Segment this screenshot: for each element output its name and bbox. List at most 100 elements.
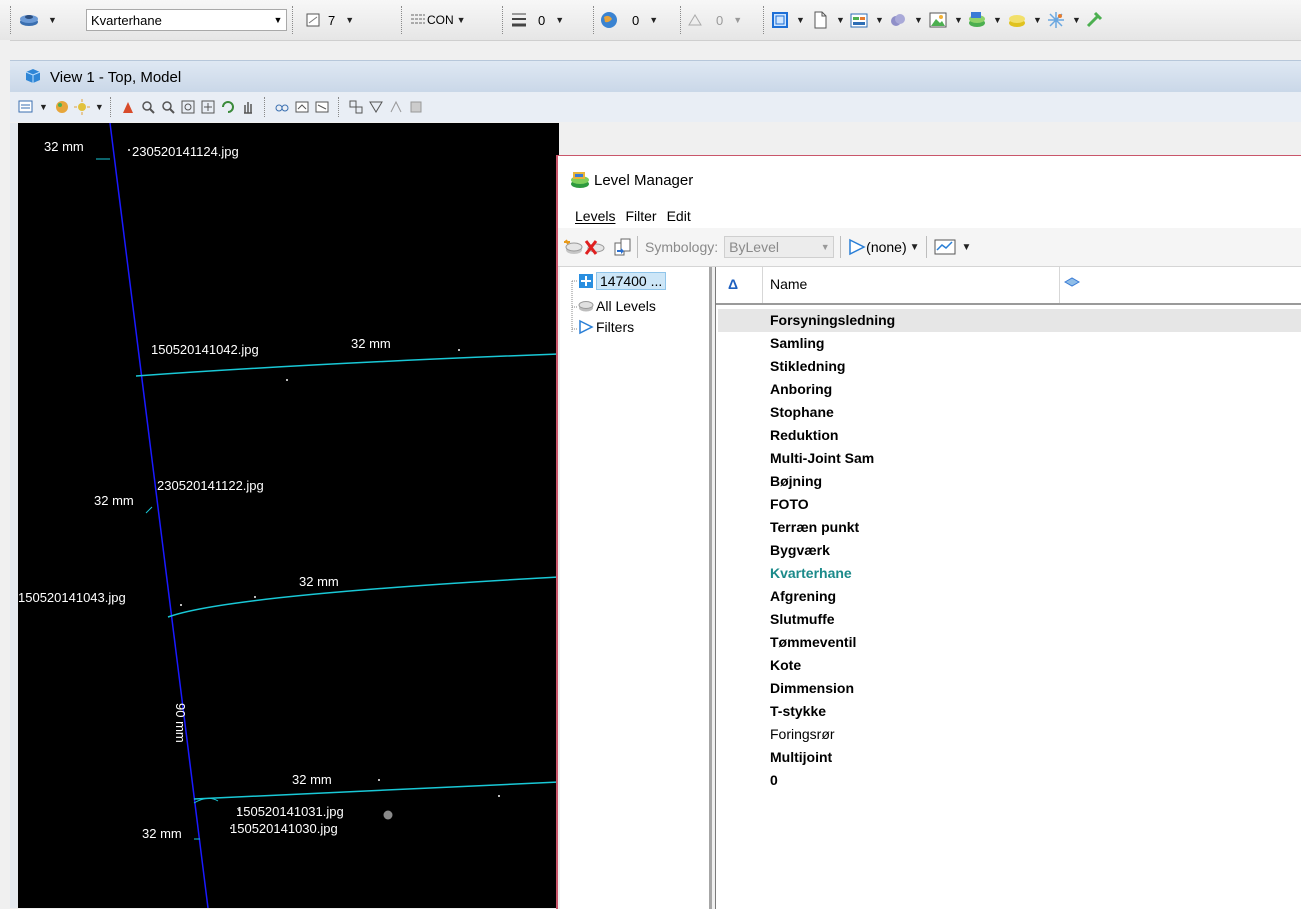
level-row[interactable]: Kote	[718, 654, 1301, 677]
chevron-down-icon[interactable]: ▼	[649, 15, 658, 25]
section-icon[interactable]	[388, 99, 404, 115]
level-row[interactable]: Forsyningsledning	[718, 309, 1301, 332]
delete-level-icon[interactable]	[583, 238, 605, 256]
pan-hand-icon[interactable]	[240, 99, 256, 115]
view-toolbar: ▼ ▼	[10, 92, 1301, 122]
chevron-down-icon[interactable]: ▼	[954, 15, 963, 25]
priority-picker[interactable]: 0 ▼	[686, 0, 742, 40]
display-style-icon[interactable]	[54, 99, 70, 115]
clip-volume-icon[interactable]	[348, 99, 364, 115]
color-picker[interactable]: 7 ▼	[304, 0, 354, 40]
level-row[interactable]: T-stykke	[718, 700, 1301, 723]
level-row[interactable]: Terræn punkt	[718, 516, 1301, 539]
tree-node-filters[interactable]: Filters	[578, 319, 634, 335]
chevron-down-icon[interactable]: ▼	[345, 15, 354, 25]
filter-value[interactable]: (none)	[866, 239, 906, 255]
chevron-down-icon[interactable]: ▼	[910, 242, 920, 253]
menu-filter[interactable]: Filter	[625, 208, 656, 224]
level-row[interactable]: Multijoint	[718, 746, 1301, 769]
element-template-button[interactable]: ▼	[771, 0, 805, 40]
level-row[interactable]: Bygværk	[718, 539, 1301, 562]
level-row[interactable]: Stikledning	[718, 355, 1301, 378]
copy-view-icon[interactable]	[314, 99, 330, 115]
tree-node-file[interactable]: 147400 ...	[578, 272, 667, 290]
chevron-down-icon[interactable]: ▼	[914, 15, 923, 25]
priority-icon	[686, 11, 704, 29]
snap-button[interactable]: ▼	[1047, 0, 1081, 40]
chevron-down-icon[interactable]: ▼	[95, 102, 104, 112]
new-level-icon[interactable]	[563, 238, 583, 256]
chevron-down-icon[interactable]: ▼	[555, 15, 564, 25]
level-row[interactable]: 0	[718, 769, 1301, 792]
level-manager-button[interactable]: ▼	[968, 0, 1002, 40]
line-style-picker[interactable]: CON ▼	[409, 0, 466, 40]
rotate-view-icon[interactable]	[220, 99, 236, 115]
zoom-out-icon[interactable]	[160, 99, 176, 115]
view-next-icon[interactable]	[294, 99, 310, 115]
chevron-down-icon[interactable]: ▼	[962, 242, 972, 253]
chevron-down-icon[interactable]: ▼	[1033, 15, 1042, 25]
level-row[interactable]: FOTO	[718, 493, 1301, 516]
levels-button[interactable]: ▼	[1008, 0, 1042, 40]
view-title-bar[interactable]: View 1 - Top, Model	[10, 60, 1301, 93]
level-row[interactable]: Dimmension	[718, 677, 1301, 700]
chevron-down-icon[interactable]: ▼	[817, 242, 833, 252]
level-manager-toolbar: Symbology: ByLevel ▼ (none) ▼ ▼	[558, 228, 1301, 267]
active-level-combo[interactable]: Kvarterhane ▼	[86, 9, 287, 31]
globe-icon	[600, 11, 618, 29]
models-button[interactable]: ▼	[811, 0, 845, 40]
dimension-label: 90 mm	[173, 703, 188, 743]
level-row[interactable]: Samling	[718, 332, 1301, 355]
view-attributes-icon[interactable]	[18, 99, 34, 115]
view-previous-icon[interactable]	[274, 99, 290, 115]
image-button[interactable]: ▼	[929, 0, 963, 40]
chevron-down-icon[interactable]: ▼	[836, 15, 845, 25]
level-display-button[interactable]: ▼	[18, 0, 57, 40]
level-row[interactable]: Slutmuffe	[718, 608, 1301, 631]
fit-view-icon[interactable]	[200, 99, 216, 115]
display-column-icon[interactable]	[1063, 276, 1081, 290]
clip-mask-icon[interactable]	[368, 99, 384, 115]
level-row[interactable]: Tømmeventil	[718, 631, 1301, 654]
name-column-header[interactable]: Name	[770, 276, 807, 292]
chevron-down-icon[interactable]: ▼	[457, 15, 466, 25]
import-export-icon[interactable]	[613, 238, 631, 256]
menu-levels[interactable]: Levels	[575, 208, 615, 224]
menu-edit[interactable]: Edit	[667, 208, 691, 224]
drawing-canvas[interactable]: 32 mm 230520141124.jpg 150520141042.jpg …	[18, 123, 559, 908]
photo-label: 150520141042.jpg	[151, 342, 259, 357]
level-row[interactable]: Bøjning	[718, 470, 1301, 493]
render-icon[interactable]	[408, 99, 424, 115]
level-display-icon[interactable]	[934, 238, 956, 256]
chevron-down-icon[interactable]: ▼	[270, 15, 286, 25]
update-view-icon[interactable]	[120, 99, 136, 115]
level-row[interactable]: Multi-Joint Sam	[718, 447, 1301, 470]
chevron-down-icon[interactable]: ▼	[796, 15, 805, 25]
level-row[interactable]: Foringsrør	[718, 723, 1301, 746]
tree-node-all-levels[interactable]: All Levels	[578, 298, 656, 314]
chevron-down-icon[interactable]: ▼	[39, 102, 48, 112]
chevron-down-icon[interactable]: ▼	[875, 15, 884, 25]
chevron-down-icon[interactable]: ▼	[48, 15, 57, 25]
level-row[interactable]: Afgrening	[718, 585, 1301, 608]
line-weight-picker[interactable]: 0 ▼	[510, 0, 564, 40]
lighting-icon[interactable]	[73, 99, 90, 115]
more-tools-button[interactable]	[1085, 0, 1103, 40]
chevron-down-icon[interactable]: ▼	[993, 15, 1002, 25]
references-button[interactable]: ▼	[850, 0, 884, 40]
transparency-picker[interactable]: 0 ▼	[600, 0, 658, 40]
symbology-combo[interactable]: ByLevel ▼	[724, 236, 835, 258]
zoom-in-icon[interactable]	[140, 99, 156, 115]
chevron-down-icon[interactable]: ▼	[733, 15, 742, 25]
main-toolbar: ▼ Kvarterhane ▼ 7 ▼ CON ▼ 0 ▼ 0 ▼ 0 ▼ ▼ …	[0, 0, 1301, 41]
sort-column-header[interactable]: Δ	[728, 276, 738, 292]
level-row[interactable]: Anboring	[718, 378, 1301, 401]
cloud-icon	[889, 11, 907, 29]
level-row[interactable]: Kvarterhane	[718, 562, 1301, 585]
chevron-down-icon[interactable]: ▼	[1072, 15, 1081, 25]
level-row[interactable]: Stophane	[718, 401, 1301, 424]
level-row[interactable]: Reduktion	[718, 424, 1301, 447]
level-manager-title-bar[interactable]: Level Manager	[558, 156, 1301, 204]
raster-button[interactable]: ▼	[889, 0, 923, 40]
window-area-icon[interactable]	[180, 99, 196, 115]
